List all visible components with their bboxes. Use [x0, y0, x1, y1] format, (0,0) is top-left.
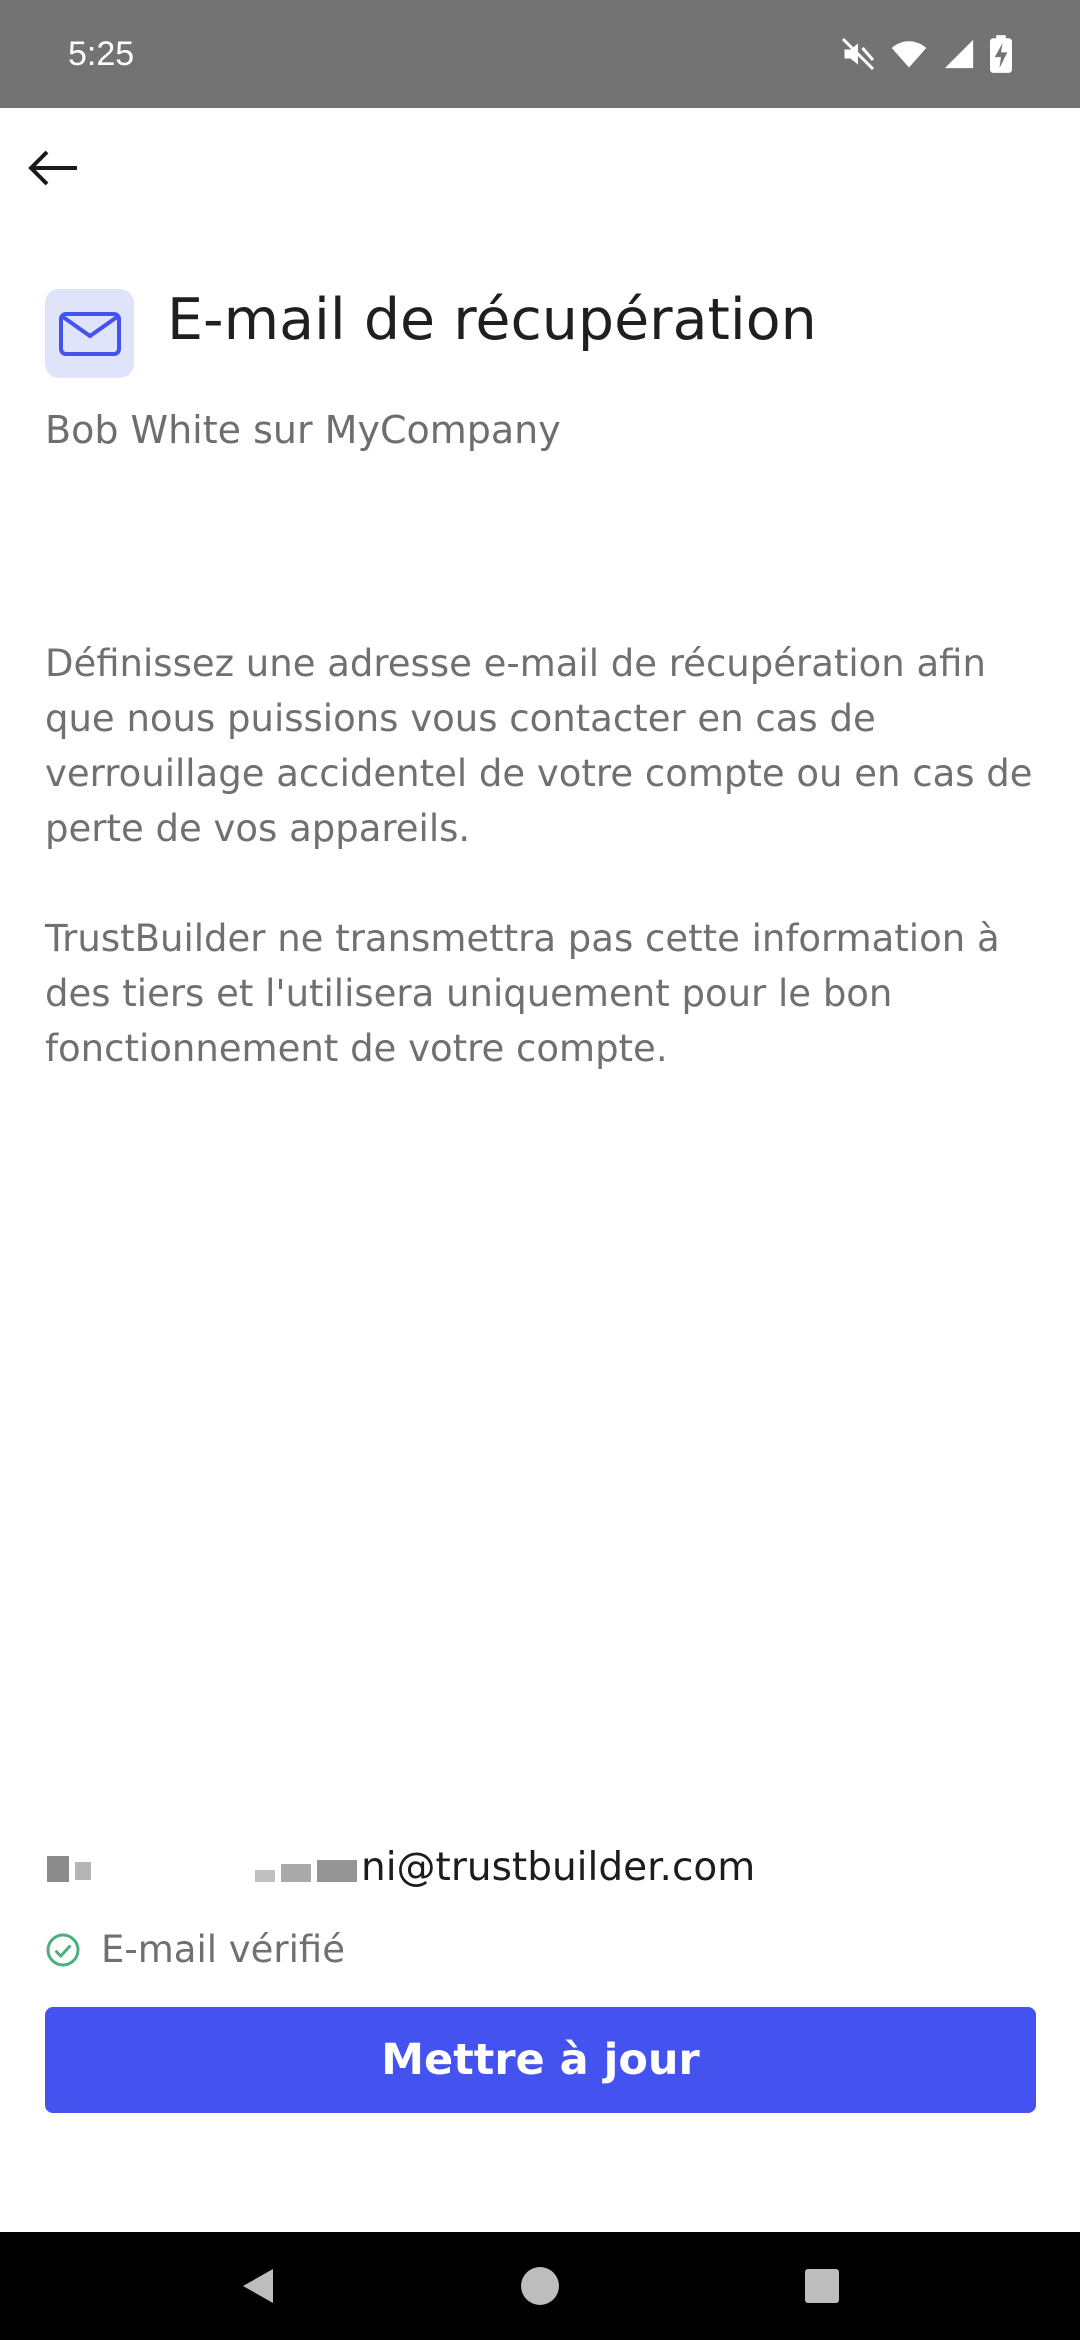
page-subtitle: Bob White sur MyCompany	[45, 408, 561, 452]
description: Définissez une adresse e-mail de récupér…	[45, 636, 1045, 1131]
wifi-icon	[890, 36, 928, 72]
update-button[interactable]: Mettre à jour	[45, 2007, 1036, 2113]
navigation-bar	[0, 2232, 1080, 2340]
email-redacted-part	[45, 1848, 361, 1888]
triangle-back-icon	[243, 2269, 273, 2303]
back-button[interactable]	[18, 132, 90, 204]
status-bar: 5:25	[0, 0, 1080, 108]
recovery-email: ni@trustbuilder.com	[45, 1839, 755, 1897]
nav-back-button[interactable]	[228, 2256, 288, 2316]
mute-icon	[840, 36, 876, 72]
signal-icon	[942, 37, 976, 71]
check-circle-icon	[46, 1933, 80, 1967]
square-recents-icon	[805, 2269, 839, 2303]
description-paragraph-1: Définissez une adresse e-mail de récupér…	[45, 642, 1033, 850]
circle-home-icon	[521, 2267, 559, 2305]
mail-icon-badge	[45, 289, 134, 378]
recovery-email-screen: 5:25 E-mail de récupération Bob White su…	[0, 0, 1080, 2340]
status-icons	[840, 30, 1012, 78]
mail-icon	[58, 311, 121, 356]
verified-status: E-mail vérifié	[45, 1924, 345, 1976]
nav-recents-button[interactable]	[792, 2256, 852, 2316]
description-paragraph-2: TrustBuilder ne transmettra pas cette in…	[45, 917, 1000, 1070]
verified-label: E-mail vérifié	[101, 1928, 345, 1971]
email-value: ni@trustbuilder.com	[361, 1845, 756, 1890]
battery-charging-icon	[990, 35, 1012, 73]
page-title: E-mail de récupération	[167, 287, 817, 353]
nav-home-button[interactable]	[510, 2256, 570, 2316]
status-time: 5:25	[68, 35, 135, 73]
arrow-left-icon	[28, 150, 77, 186]
